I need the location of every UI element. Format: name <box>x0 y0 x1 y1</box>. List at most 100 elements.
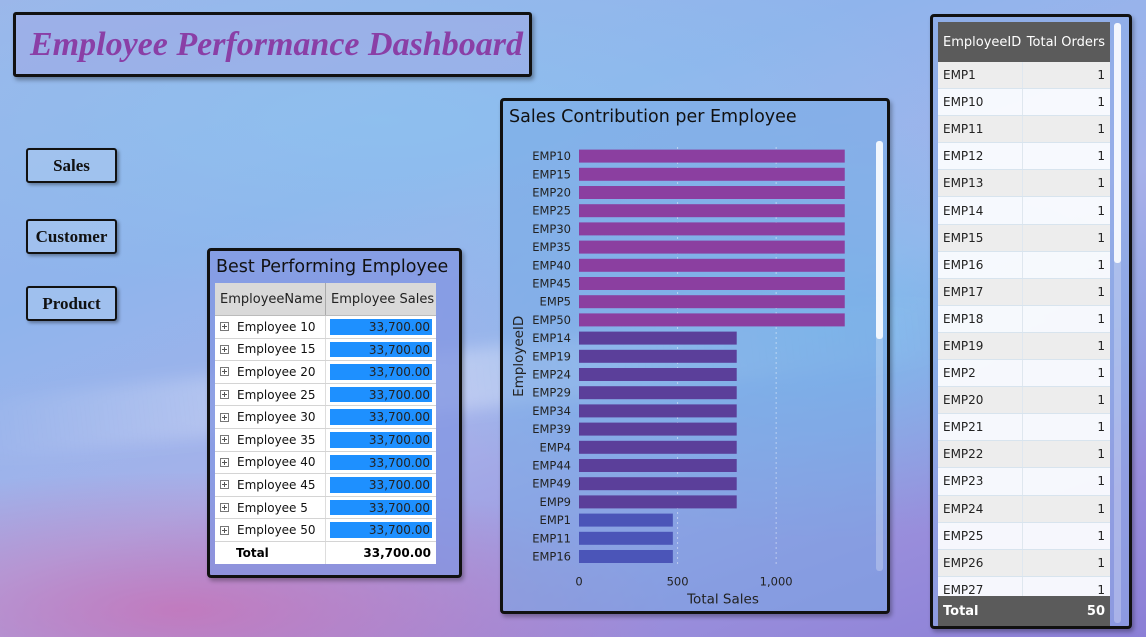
table-row[interactable]: EMP26 1 <box>938 549 1110 577</box>
employee-id-cell: EMP11 <box>938 116 1023 143</box>
customer-nav-button[interactable]: Customer <box>26 219 117 254</box>
table-row[interactable]: Employee 20 33,700.00 <box>215 361 436 384</box>
bar-emp50 <box>579 313 845 327</box>
total-orders-cell: 1 <box>1097 338 1105 353</box>
employee-id-cell: EMP14 <box>938 197 1023 224</box>
table-row[interactable]: EMP17 1 <box>938 278 1110 306</box>
table-total-row: Total 33,700.00 <box>215 541 436 564</box>
bar-emp25 <box>579 204 845 218</box>
y-tick-label: EMP49 <box>532 477 571 491</box>
employee-sales-databar: 33,700.00 <box>330 364 432 380</box>
bar-emp15 <box>579 167 845 181</box>
bar-emp1 <box>579 513 673 527</box>
expand-icon[interactable] <box>220 525 229 535</box>
table-row[interactable]: Employee 5 33,700.00 <box>215 496 436 520</box>
table-row[interactable]: EMP20 1 <box>938 387 1110 415</box>
employee-id-cell: EMP13 <box>938 170 1023 197</box>
column-header-employee-name[interactable]: EmployeeName <box>215 283 326 315</box>
employee-sales-databar: 33,700.00 <box>330 386 432 403</box>
table-row[interactable]: Employee 25 33,700.00 <box>215 383 436 407</box>
total-orders-cell: 1 <box>1097 474 1105 489</box>
employee-sales-databar: 33,700.00 <box>330 431 432 448</box>
total-orders-cell: 1 <box>1097 176 1105 191</box>
table-row[interactable]: EMP10 1 <box>938 89 1110 117</box>
bar-emp24 <box>579 368 737 381</box>
sales-nav-button[interactable]: Sales <box>26 148 117 183</box>
chart-scrollbar-thumb[interactable] <box>876 141 883 339</box>
chart-scrollbar[interactable] <box>876 141 883 571</box>
table-row[interactable]: EMP12 1 <box>938 143 1110 171</box>
y-tick-label: EMP9 <box>540 495 571 509</box>
x-axis-label: Total Sales <box>686 592 759 608</box>
table-row[interactable]: Employee 50 33,700.00 <box>215 519 436 542</box>
table-row[interactable]: EMP1 1 <box>938 62 1110 90</box>
table-row[interactable]: Employee 35 33,700.00 <box>215 428 436 452</box>
expand-icon[interactable] <box>220 457 229 467</box>
orders-table: EmployeeID Total Orders EMP1 1 EMP10 1 EMP11… <box>938 22 1110 625</box>
employee-id-cell: EMP24 <box>938 495 1023 522</box>
table-row[interactable]: EMP15 1 <box>938 224 1110 252</box>
expand-icon[interactable] <box>220 412 229 422</box>
total-orders-cell: 1 <box>1097 230 1105 245</box>
employee-sales-cell: 33,700.00 <box>326 339 436 361</box>
table-row[interactable]: EMP24 1 <box>938 495 1110 523</box>
table-row[interactable]: EMP2 1 <box>938 360 1110 388</box>
table-row[interactable]: EMP21 1 <box>938 414 1110 442</box>
x-tick-label: 1,000 <box>760 575 793 589</box>
expand-icon[interactable] <box>220 480 229 490</box>
employee-name-cell: Employee 30 <box>215 406 326 428</box>
employee-id-cell: EMP1 <box>938 62 1023 89</box>
table-row[interactable]: Employee 30 33,700.00 <box>215 406 436 429</box>
expand-icon[interactable] <box>220 367 229 377</box>
table-row[interactable]: EMP16 1 <box>938 251 1110 279</box>
dashboard-title-box: Employee Performance Dashboard <box>13 12 532 77</box>
bar-emp49 <box>579 477 737 491</box>
orders-scrollbar[interactable] <box>1114 23 1121 623</box>
expand-icon[interactable] <box>220 435 229 445</box>
table-row[interactable]: EMP23 1 <box>938 468 1110 496</box>
table-row[interactable]: Employee 15 33,700.00 <box>215 338 436 362</box>
table-row[interactable]: EMP25 1 <box>938 522 1110 550</box>
y-tick-label: EMP25 <box>532 204 571 218</box>
table-row[interactable]: Employee 45 33,700.00 <box>215 474 436 497</box>
table-row[interactable]: EMP18 1 <box>938 305 1110 333</box>
employee-id-cell: EMP17 <box>938 278 1023 305</box>
orders-scrollbar-thumb[interactable] <box>1114 23 1121 263</box>
employee-name-cell: Employee 25 <box>215 383 326 406</box>
expand-icon[interactable] <box>220 390 229 400</box>
bar-emp9 <box>579 495 737 509</box>
expand-icon[interactable] <box>220 503 229 513</box>
total-orders-cell: 1 <box>1097 528 1105 543</box>
column-header-total-orders[interactable]: Total Orders <box>1023 22 1110 62</box>
sales-contribution-panel: Sales Contribution per Employee 0 500 1,00… <box>500 98 890 614</box>
expand-icon[interactable] <box>220 344 229 354</box>
bar-emp5 <box>579 295 845 309</box>
y-tick-label: EMP39 <box>532 422 571 436</box>
total-orders-cell: 1 <box>1097 393 1105 408</box>
employee-id-cell: EMP25 <box>938 522 1023 549</box>
product-nav-button[interactable]: Product <box>26 286 117 321</box>
employee-sales-cell: 33,700.00 <box>326 519 436 541</box>
table-header: EmployeeID Total Orders <box>938 22 1110 62</box>
column-header-employee-sales[interactable]: Employee Sales <box>326 283 436 315</box>
table-row[interactable]: EMP22 1 <box>938 441 1110 469</box>
table-row[interactable]: Employee 10 33,700.00 <box>215 316 436 339</box>
total-orders-cell: 1 <box>1097 311 1105 326</box>
total-orders-cell: 1 <box>1097 555 1105 570</box>
y-tick-label: EMP30 <box>532 222 571 236</box>
total-orders-cell: 1 <box>1097 203 1105 218</box>
orders-total-row: Total 50 <box>938 596 1110 626</box>
y-tick-label: EMP29 <box>532 386 571 400</box>
table-row[interactable]: EMP11 1 <box>938 116 1110 144</box>
employee-name: Employee 45 <box>237 477 316 492</box>
table-row[interactable]: EMP14 1 <box>938 197 1110 225</box>
table-row[interactable]: Employee 40 33,700.00 <box>215 451 436 475</box>
employee-sales-databar: 33,700.00 <box>330 522 432 538</box>
employee-name: Employee 25 <box>237 387 316 402</box>
employee-name: Employee 15 <box>237 342 316 357</box>
table-row[interactable]: EMP19 1 <box>938 332 1110 361</box>
table-row[interactable]: EMP13 1 <box>938 170 1110 198</box>
x-tick-label: 500 <box>667 575 689 589</box>
column-header-employee-id[interactable]: EmployeeID <box>938 22 1023 62</box>
expand-icon[interactable] <box>220 322 229 332</box>
